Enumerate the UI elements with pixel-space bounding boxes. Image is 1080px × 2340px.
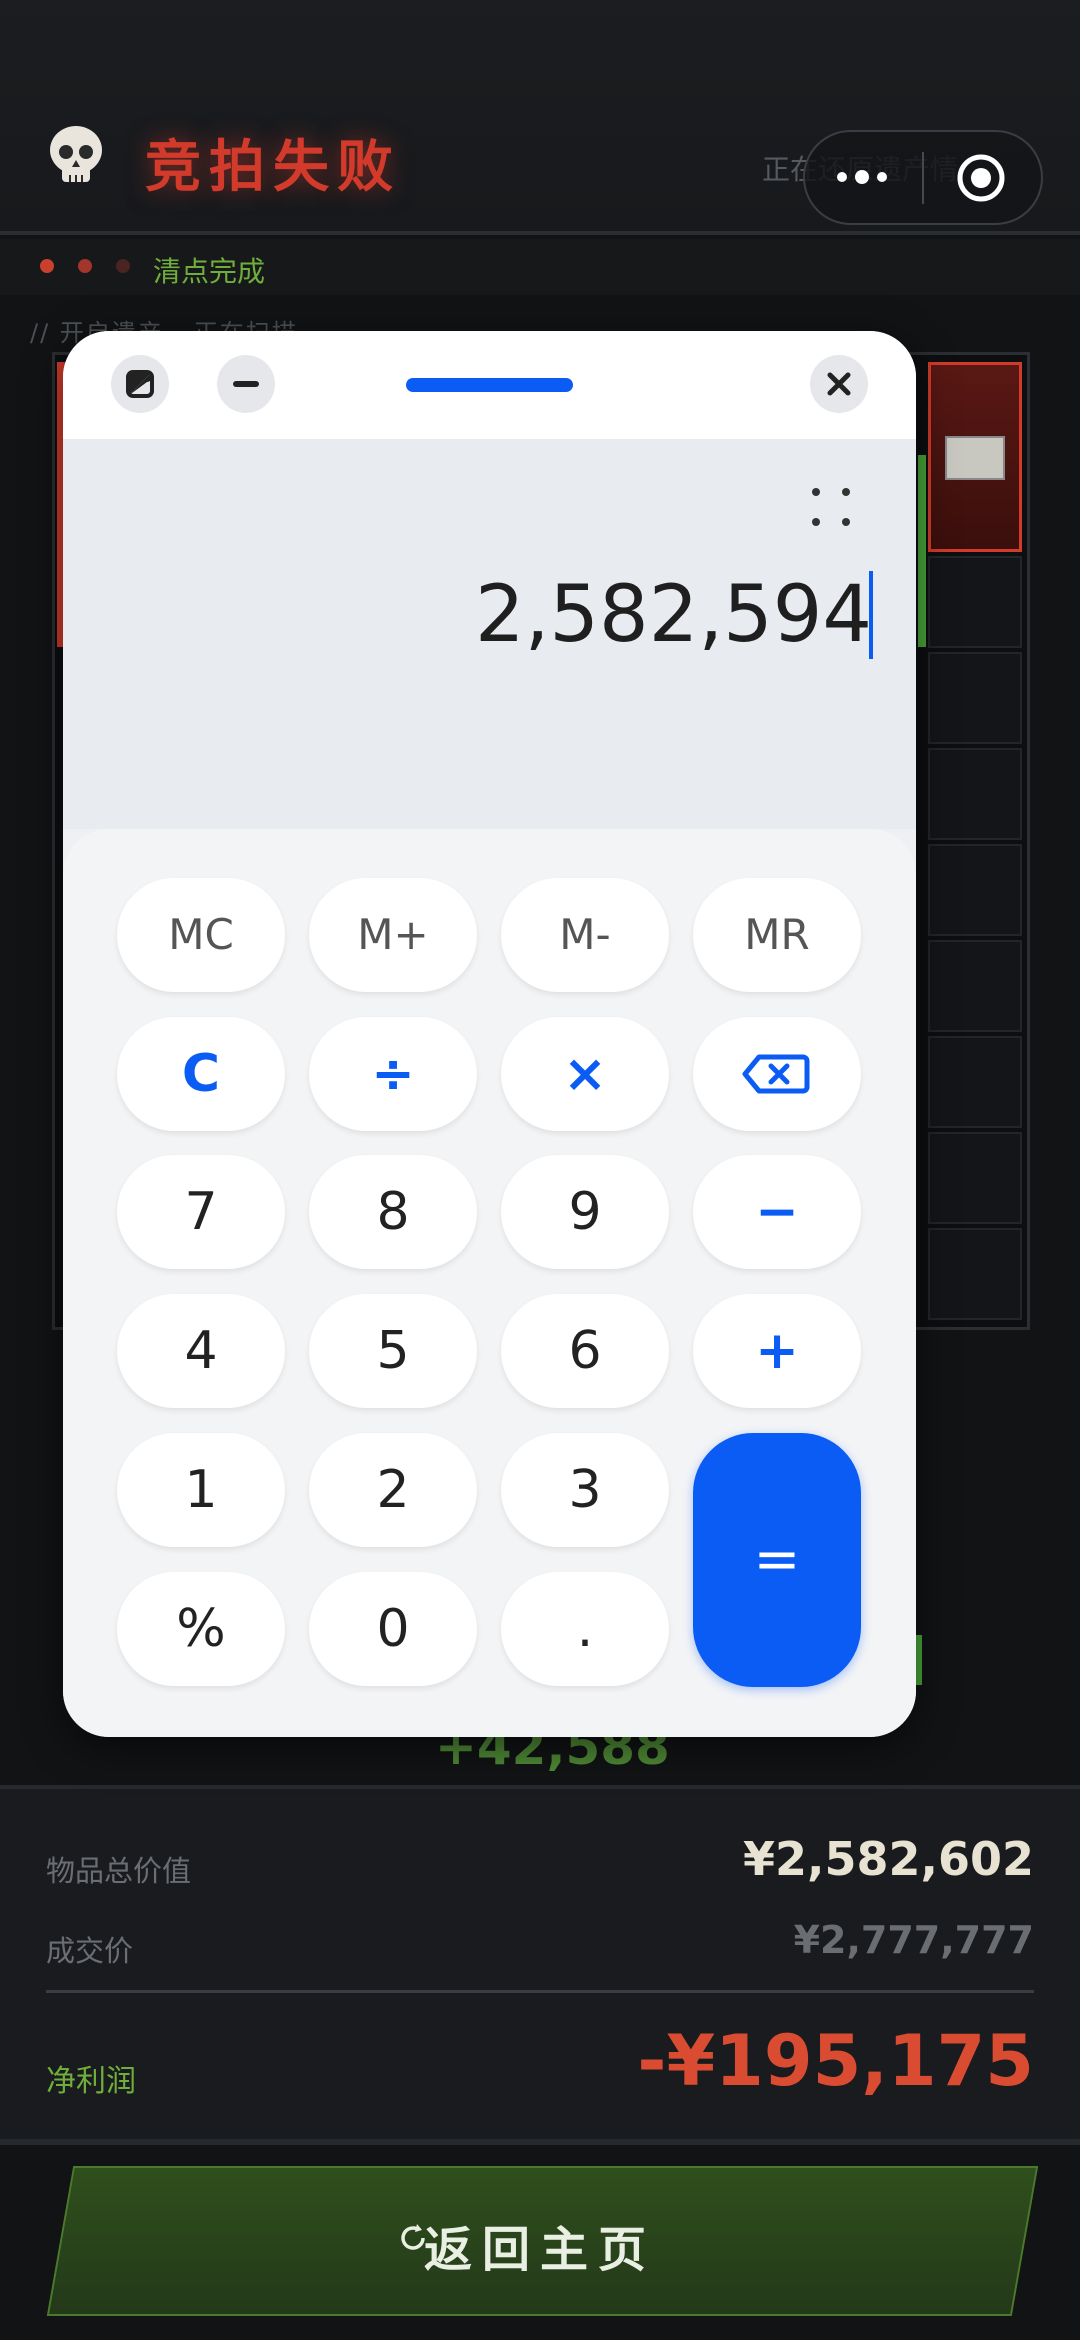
skull-icon (50, 126, 102, 182)
more-icon[interactable] (808, 484, 854, 530)
drag-handle[interactable] (406, 378, 573, 392)
auction-fail-title: 竞拍失败 (145, 135, 401, 200)
expand-icon (126, 370, 154, 398)
status-dot (78, 259, 92, 273)
decimal-point-button[interactable]: . (501, 1572, 669, 1686)
grid-cell (928, 556, 1022, 648)
capsule-divider (922, 152, 924, 204)
close-icon (827, 372, 851, 396)
status-dot (40, 259, 54, 273)
backspace-icon (742, 1054, 810, 1094)
multiply-button[interactable]: × (501, 1017, 669, 1131)
divider (46, 1990, 1034, 1993)
digit-5-button[interactable]: 5 (309, 1294, 477, 1408)
digit-1-button[interactable]: 1 (117, 1433, 285, 1547)
minimize-icon (233, 381, 259, 387)
plus-button[interactable]: + (693, 1294, 861, 1408)
grid-cell (928, 652, 1022, 744)
close-button[interactable] (810, 355, 868, 413)
percent-button[interactable]: % (117, 1572, 285, 1686)
digit-8-button[interactable]: 8 (309, 1155, 477, 1269)
digit-7-button[interactable]: 7 (117, 1155, 285, 1269)
text-cursor (869, 571, 873, 659)
grid-cell (928, 1132, 1022, 1224)
digit-6-button[interactable]: 6 (501, 1294, 669, 1408)
digit-2-button[interactable]: 2 (309, 1433, 477, 1547)
divide-button[interactable]: ÷ (309, 1017, 477, 1131)
deal-price-value: ¥2,777,777 (793, 1918, 1034, 1962)
minimize-button[interactable] (217, 355, 275, 413)
memory-recall-button[interactable]: MR (693, 878, 861, 992)
total-value-label: 物品总价值 (46, 1854, 192, 1888)
digit-0-button[interactable]: 0 (309, 1572, 477, 1686)
more-dots-icon[interactable] (832, 162, 892, 192)
deal-price-label: 成交价 (46, 1934, 134, 1968)
item-thumbnail (945, 436, 1005, 480)
total-value: ¥2,582,602 (742, 1832, 1034, 1886)
target-icon[interactable] (955, 152, 1007, 204)
clear-button[interactable]: C (117, 1017, 285, 1131)
divider (0, 2139, 1080, 2145)
grid-cell (928, 940, 1022, 1032)
home-button-label: 返回主页 (423, 2222, 656, 2278)
grid-cell (928, 844, 1022, 936)
expand-button[interactable] (111, 355, 169, 413)
minus-button[interactable]: − (693, 1155, 861, 1269)
status-dot (116, 259, 130, 273)
net-profit-value: -¥195,175 (637, 2020, 1034, 2102)
status-text: 清点完成 (153, 255, 266, 288)
net-profit-label: 净利润 (46, 2064, 136, 2099)
digit-3-button[interactable]: 3 (501, 1433, 669, 1547)
calculator-display-value: 2,582,594 (475, 570, 872, 660)
memory-clear-button[interactable]: MC (117, 878, 285, 992)
digit-9-button[interactable]: 9 (501, 1155, 669, 1269)
backspace-button[interactable] (693, 1017, 861, 1131)
grid-cell (928, 1036, 1022, 1128)
memory-add-button[interactable]: M+ (309, 878, 477, 992)
grid-cell (928, 748, 1022, 840)
digit-4-button[interactable]: 4 (117, 1294, 285, 1408)
memory-subtract-button[interactable]: M- (501, 878, 669, 992)
grid-cell (928, 1228, 1022, 1320)
green-item-edge (918, 455, 926, 647)
equals-button[interactable]: = (693, 1433, 861, 1687)
